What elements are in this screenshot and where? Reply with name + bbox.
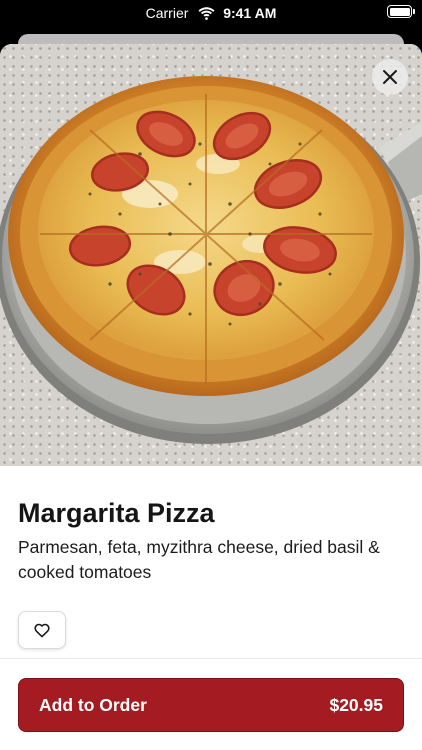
carrier-label: Carrier: [145, 5, 189, 22]
close-icon: [383, 70, 397, 84]
favorite-button[interactable]: [18, 611, 66, 649]
clock-time: 9:41 AM: [223, 5, 277, 22]
item-title: Margarita Pizza: [18, 498, 215, 528]
battery-level: [389, 7, 410, 16]
wifi-icon: [198, 6, 215, 20]
status-center: Carrier 9:41 AM: [0, 4, 422, 21]
battery-icon: [387, 5, 415, 18]
add-to-order-label: Add to Order: [39, 694, 147, 715]
divider: [0, 658, 422, 659]
item-description: Parmesan, feta, myzithra cheese, dried b…: [18, 537, 380, 582]
pizza-image: [0, 76, 422, 444]
item-photo: [0, 44, 422, 466]
add-to-order-button[interactable]: Add to Order $20.95: [18, 678, 404, 732]
status-bar: Carrier 9:41 AM: [0, 0, 422, 26]
item-detail-sheet: Margarita Pizza Parmesan, feta, myzithra…: [0, 44, 422, 750]
heart-icon: [34, 623, 50, 637]
close-button[interactable]: [372, 59, 408, 95]
item-price: $20.95: [329, 694, 383, 715]
